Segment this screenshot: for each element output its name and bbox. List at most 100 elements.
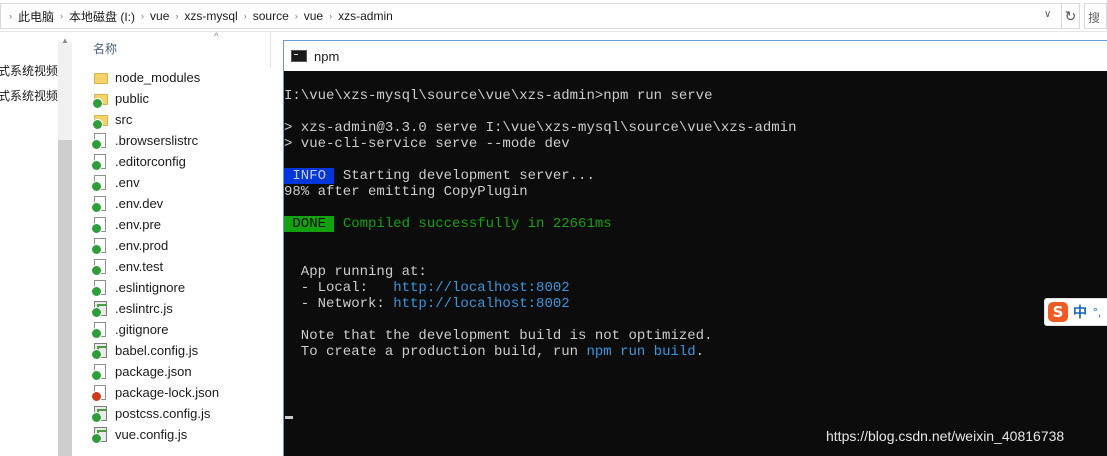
breadcrumb-vue[interactable]: vue: [148, 9, 171, 23]
app-running-line: App running at:: [284, 264, 427, 280]
file-name: .browserslistrc: [115, 133, 199, 148]
ime-language-toggle[interactable]: 中: [1073, 302, 1087, 322]
breadcrumb-source[interactable]: source: [251, 9, 291, 23]
file-synced-icon: [91, 132, 108, 150]
chevron-right-icon: ›: [243, 11, 247, 21]
file-name: .gitignore: [115, 322, 169, 337]
terminal-output[interactable]: I:\vue\xzs-mysql\source\vue\xzs-admin>np…: [284, 71, 1107, 456]
done-line: DONE Compiled successfully in 22661ms: [284, 216, 612, 232]
js-file-synced-icon: [91, 405, 108, 423]
file-row[interactable]: package.json: [91, 361, 192, 382]
local-url-line: - Local: http://localhost:8002: [284, 280, 570, 296]
ime-punctuation-toggle[interactable]: °,: [1093, 305, 1101, 319]
ime-toolbar[interactable]: S 中 °,: [1044, 298, 1107, 326]
js-file-synced-icon: [91, 342, 108, 360]
file-synced-icon: [91, 321, 108, 339]
file-row[interactable]: .env: [91, 172, 140, 193]
column-header-name[interactable]: 名称: [93, 40, 117, 57]
file-row[interactable]: .eslintignore: [91, 277, 186, 298]
file-row[interactable]: .eslintrc.js: [91, 298, 173, 319]
prompt-line: I:\vue\xzs-mysql\source\vue\xzs-admin>np…: [284, 88, 713, 104]
nav-scrollbar-thumb[interactable]: [58, 140, 72, 456]
file-row[interactable]: .env.test: [91, 256, 164, 277]
breadcrumb-xzs-mysql[interactable]: xzs-mysql: [182, 9, 239, 23]
file-name: src: [115, 112, 133, 127]
build-command: npm run build: [586, 344, 696, 360]
search-input[interactable]: 搜: [1084, 3, 1107, 29]
refresh-icon[interactable]: ↻: [1062, 3, 1080, 29]
js-file-synced-icon: [91, 300, 108, 318]
file-name: .eslintignore: [115, 280, 186, 295]
breadcrumb-vue-2[interactable]: vue: [302, 9, 325, 23]
file-name: public: [115, 91, 149, 106]
terminal-titlebar[interactable]: npm: [284, 41, 1107, 71]
file-synced-icon: [91, 237, 108, 255]
file-row[interactable]: node_modules: [94, 67, 200, 88]
terminal-title: npm: [314, 48, 340, 64]
file-name: .env.dev: [115, 196, 164, 211]
breadcrumb[interactable]: › 此电脑 › 本地磁盘 (I:) › vue › xzs-mysql › so…: [0, 3, 1062, 29]
network-url-link[interactable]: http://localhost:8002: [393, 296, 569, 312]
file-row[interactable]: .gitignore: [91, 319, 169, 340]
folder-icon: [94, 70, 108, 86]
terminal-window[interactable]: npm I:\vue\xzs-mysql\source\vue\xzs-admi…: [283, 40, 1107, 456]
file-name: babel.config.js: [115, 343, 199, 358]
file-modified-icon: [91, 384, 108, 402]
info-line: INFO Starting development server...: [284, 168, 595, 184]
file-name: .env.prod: [115, 238, 169, 253]
file-synced-icon: [91, 174, 108, 192]
js-file-synced-icon: [91, 426, 108, 444]
sogou-logo-icon[interactable]: S: [1048, 302, 1068, 322]
info-text: Starting development server...: [334, 168, 595, 184]
file-name: vue.config.js: [115, 427, 188, 442]
done-text: Compiled successfully in 22661ms: [334, 216, 612, 232]
file-row[interactable]: vue.config.js: [91, 424, 188, 445]
address-bar: › 此电脑 › 本地磁盘 (I:) › vue › xzs-mysql › so…: [0, 0, 1107, 32]
file-name: .env.pre: [115, 217, 162, 232]
file-list: 名称 ^ node_modules public src .browsersli…: [74, 32, 284, 456]
file-synced-icon: [91, 258, 108, 276]
progress-line: 98% after emitting CopyPlugin: [284, 184, 528, 200]
chevron-right-icon: ›: [9, 11, 12, 21]
file-row[interactable]: package-lock.json: [91, 382, 220, 403]
folder-synced-icon: [92, 112, 108, 130]
navigation-pane: 式系统视频教 式系统视频教 ▲: [0, 32, 74, 456]
file-row[interactable]: .browserslistrc: [91, 130, 199, 151]
file-name: package.json: [115, 364, 192, 379]
chevron-right-icon: ›: [329, 11, 333, 21]
file-row[interactable]: .editorconfig: [91, 151, 186, 172]
file-row[interactable]: .env.dev: [91, 193, 164, 214]
file-row[interactable]: .env.prod: [91, 235, 169, 256]
build-hint-line: To create a production build, run npm ru…: [284, 344, 704, 360]
breadcrumb-drive-i[interactable]: 本地磁盘 (I:): [67, 8, 137, 25]
file-row[interactable]: .env.pre: [91, 214, 162, 235]
done-badge: DONE: [284, 216, 335, 232]
note-line: Note that the development build is not o…: [284, 328, 713, 344]
file-row[interactable]: babel.config.js: [91, 340, 199, 361]
file-name: .eslintrc.js: [115, 301, 173, 316]
network-label: - Network:: [284, 296, 394, 312]
chevron-right-icon: ›: [294, 11, 298, 21]
chevron-right-icon: ›: [175, 11, 179, 21]
file-row[interactable]: src: [92, 109, 133, 130]
chevron-down-icon[interactable]: ∨: [1044, 9, 1051, 20]
file-name: node_modules: [115, 70, 201, 85]
console-icon: [291, 50, 307, 62]
file-synced-icon: [91, 153, 108, 171]
column-divider[interactable]: [270, 32, 271, 68]
folder-synced-icon: [92, 91, 108, 109]
file-name: package-lock.json: [115, 385, 220, 400]
build-hint-suffix: .: [695, 344, 705, 360]
chevron-right-icon: ›: [60, 11, 64, 21]
file-name: .editorconfig: [115, 154, 186, 169]
breadcrumb-this-pc[interactable]: 此电脑: [16, 8, 56, 25]
file-row[interactable]: postcss.config.js: [91, 403, 210, 424]
local-url-link[interactable]: http://localhost:8002: [393, 280, 569, 296]
network-url-line: - Network: http://localhost:8002: [284, 296, 570, 312]
build-hint-prefix: To create a production build, run: [284, 344, 587, 360]
sort-ascending-icon: ^: [214, 32, 219, 43]
file-row[interactable]: public: [92, 88, 149, 109]
file-name: .env.test: [115, 259, 164, 274]
breadcrumb-xzs-admin[interactable]: xzs-admin: [336, 9, 395, 23]
scroll-up-icon[interactable]: ▲: [61, 36, 69, 45]
